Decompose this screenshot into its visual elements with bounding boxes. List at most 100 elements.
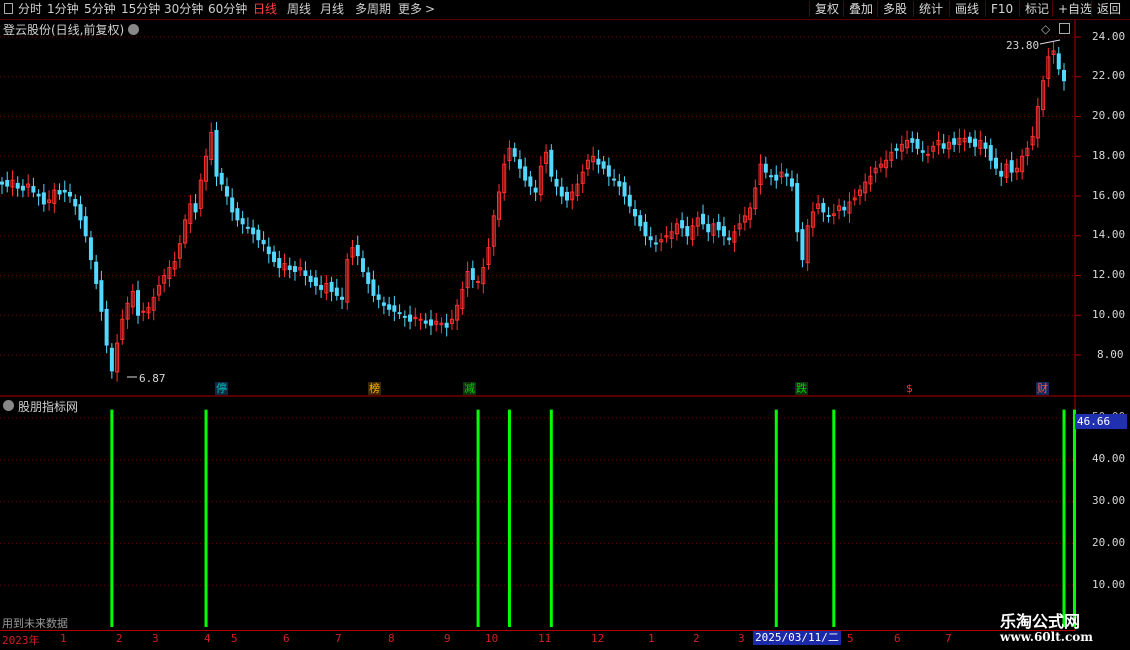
y-tick-18: 18.00 <box>1092 149 1126 162</box>
candle-body <box>774 174 779 181</box>
candle-body <box>224 186 229 197</box>
date-label: 9 <box>444 632 451 645</box>
candle-body <box>251 227 256 235</box>
ind-tick-30: 30.00 <box>1092 494 1126 507</box>
date-label: 5 <box>847 632 854 645</box>
candle-body <box>408 314 413 322</box>
candle-body <box>920 150 925 153</box>
candle-body <box>512 148 517 157</box>
date-label: 1 <box>60 632 67 645</box>
candle-body <box>329 281 334 292</box>
date-label: 4 <box>204 632 211 645</box>
candle-body <box>73 198 78 207</box>
indicator-dropdown-icon[interactable] <box>3 400 14 411</box>
candle-body <box>795 183 800 233</box>
y-tick-8: 8.00 <box>1097 348 1124 361</box>
candle-body <box>381 302 386 306</box>
candle-body <box>36 193 41 197</box>
candle-body <box>763 163 768 173</box>
date-label: 3 <box>738 632 745 645</box>
candlestick-chart[interactable] <box>0 0 1130 650</box>
candle-body <box>821 202 826 213</box>
candle-body <box>99 280 104 312</box>
candle-body <box>517 159 522 169</box>
candle-body <box>617 181 622 187</box>
candle-body <box>392 305 397 312</box>
candle-body <box>800 229 805 261</box>
candle-body <box>387 304 392 310</box>
event-tag-suspend[interactable]: 停 <box>215 382 228 395</box>
candle-body <box>235 208 240 221</box>
candle-body <box>601 161 606 169</box>
candle-body <box>973 138 978 147</box>
candle-body <box>999 170 1004 177</box>
candle-body <box>643 221 648 237</box>
candle-body <box>376 294 381 300</box>
candle-body <box>57 190 62 195</box>
candle-body <box>727 237 732 241</box>
candle-body <box>308 275 313 282</box>
candle-body <box>941 143 946 149</box>
candle-body <box>925 153 930 156</box>
candle-body <box>423 320 428 324</box>
candle-body <box>20 185 25 191</box>
candle-body <box>701 213 706 225</box>
candle-body <box>31 186 36 193</box>
y-tick-16: 16.00 <box>1092 189 1126 202</box>
title-dropdown-icon[interactable] <box>128 24 139 35</box>
candle-body <box>266 246 271 255</box>
event-tag-reduce[interactable]: 减 <box>463 382 476 395</box>
crosshair-date: 2025/03/11/二 <box>753 631 841 645</box>
candle-body <box>653 242 658 245</box>
candle-body <box>680 220 685 229</box>
candle-body <box>397 312 402 315</box>
date-label: 12 <box>591 632 605 645</box>
y-tick-24: 24.00 <box>1092 30 1126 43</box>
event-tag-dollar[interactable]: $ <box>905 382 914 395</box>
candle-body <box>68 191 73 197</box>
candle-body <box>402 315 407 318</box>
y-tick-12: 12.00 <box>1092 268 1126 281</box>
candle-body <box>952 138 957 145</box>
candle-body <box>418 318 423 321</box>
event-tag-finance[interactable]: 财 <box>1036 382 1049 395</box>
date-label: 7 <box>945 632 952 645</box>
candle-body <box>15 182 20 189</box>
candle-body <box>559 186 564 197</box>
date-label: 3 <box>152 632 159 645</box>
candle-body <box>371 279 376 296</box>
date-label: 8 <box>388 632 395 645</box>
candle-body <box>261 239 266 245</box>
candle-body <box>894 148 899 151</box>
diamond-icon[interactable]: ◇ <box>1041 22 1050 36</box>
candle-body <box>769 175 774 178</box>
candle-body <box>0 181 4 185</box>
indicator-current-value: 46.66 <box>1075 414 1127 429</box>
date-label: 6 <box>894 632 901 645</box>
candle-body <box>706 223 711 233</box>
date-label: 6 <box>283 632 290 645</box>
candle-body <box>528 176 533 187</box>
future-data-note: 用到未来数据 <box>2 617 68 630</box>
candle-body <box>1056 53 1061 70</box>
candle-body <box>428 319 433 326</box>
y-tick-20: 20.00 <box>1092 109 1126 122</box>
candle-body <box>272 251 277 263</box>
candle-body <box>219 172 224 185</box>
high-price-label: 23.80 <box>1006 39 1040 52</box>
watermark-url: www.60lt.com <box>1000 630 1093 644</box>
candle-body <box>638 215 643 227</box>
candle-body <box>565 191 570 201</box>
candle-body <box>1062 69 1066 82</box>
event-tag-drop[interactable]: 跌 <box>795 382 808 395</box>
date-label: 2 <box>693 632 700 645</box>
candle-body <box>88 237 93 261</box>
candle-body <box>230 197 235 213</box>
low-price-label: 6.87 <box>139 372 166 385</box>
event-tag-rank[interactable]: 榜 <box>368 382 381 395</box>
candle-body <box>554 178 559 187</box>
candle-body <box>1009 160 1014 173</box>
maximize-icon[interactable] <box>1059 23 1070 34</box>
candle-body <box>136 290 141 316</box>
date-label: 2023年 <box>2 634 40 647</box>
